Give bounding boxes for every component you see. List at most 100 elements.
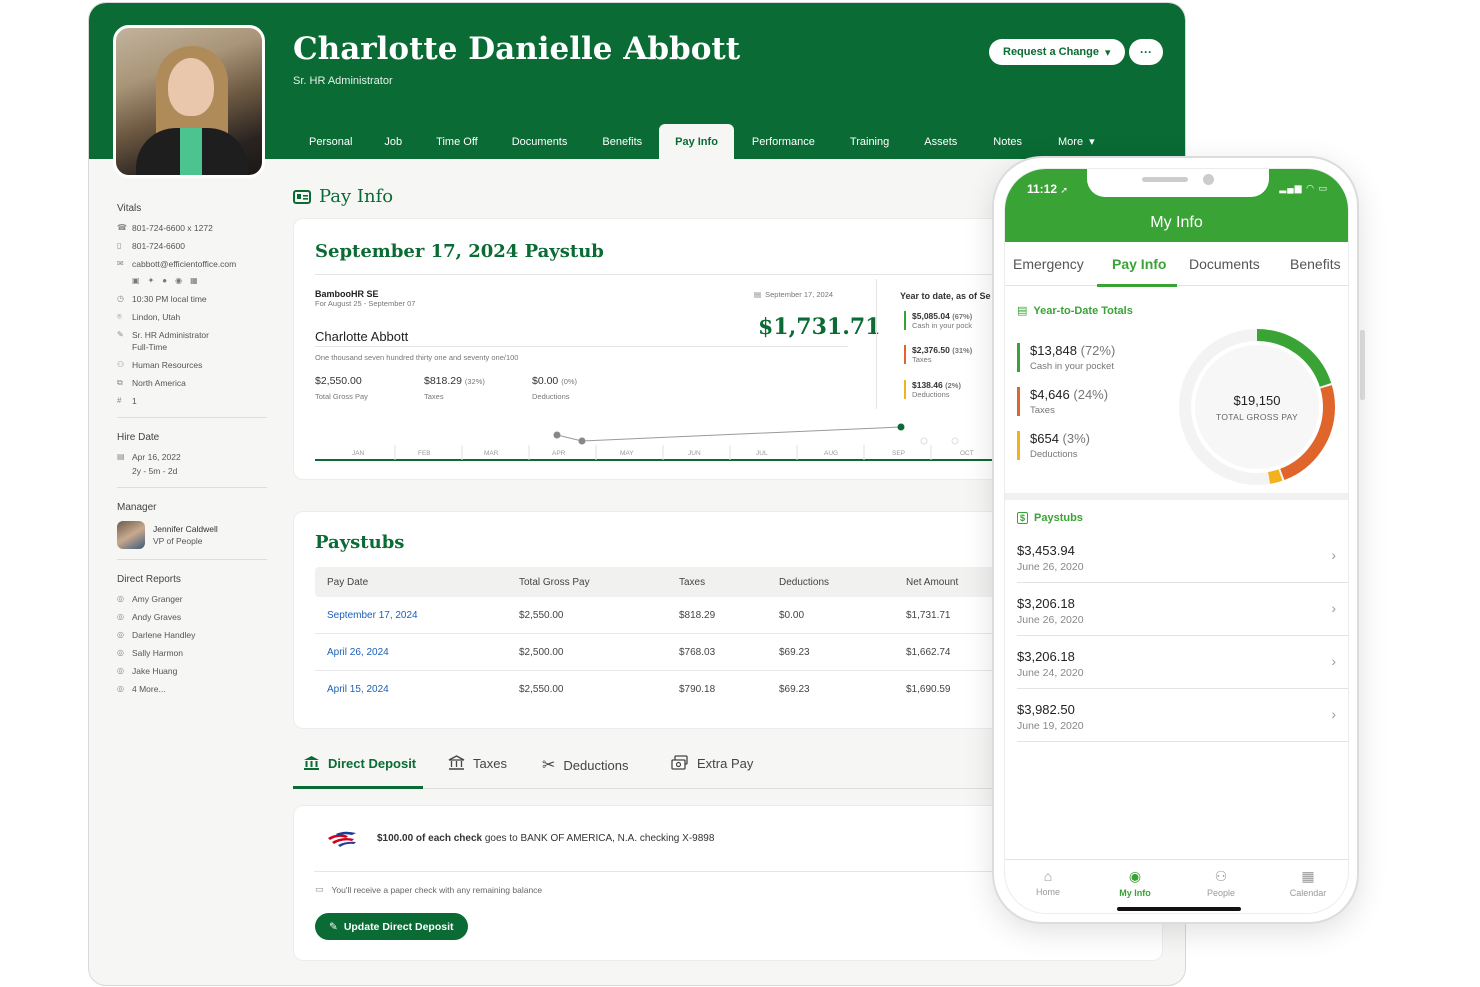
facebook-icon[interactable]: ● bbox=[162, 276, 167, 285]
mobile-paystub-row[interactable]: $3,206.18 June 24, 2020 › bbox=[1017, 637, 1348, 689]
user-circle-icon: ◎ bbox=[117, 630, 124, 639]
divider bbox=[117, 417, 267, 418]
phone-icon: ☎ bbox=[117, 223, 127, 232]
tab-more[interactable]: More ▾ bbox=[1040, 124, 1113, 159]
linkedin-icon[interactable]: ▣ bbox=[132, 276, 140, 285]
mobile-tab-emergency[interactable]: Emergency bbox=[1013, 256, 1084, 272]
tab-benefits[interactable]: Benefits bbox=[585, 124, 659, 159]
instagram-icon[interactable]: ▦ bbox=[190, 276, 198, 285]
ytd-deductions: $138.46 (2%) Deductions bbox=[904, 380, 961, 399]
mobile-tabs: Emergency Pay Info Documents Benefits bbox=[1005, 242, 1348, 287]
tab-direct-deposit[interactable]: Direct Deposit bbox=[303, 755, 416, 771]
people-icon: ⚇ bbox=[1214, 868, 1228, 884]
vital-mobile-phone[interactable]: ▯ 801-724-6600 bbox=[117, 240, 269, 252]
col-net[interactable]: Net Amount bbox=[906, 577, 958, 588]
ytd-deductions-label: Deductions bbox=[912, 390, 950, 399]
vital-department: ⚇ Human Resources bbox=[117, 359, 269, 371]
col-taxes[interactable]: Taxes bbox=[679, 577, 705, 588]
manager-title: VP of People bbox=[153, 536, 203, 546]
people-icon: ⚇ bbox=[117, 360, 125, 369]
manager[interactable]: Jennifer Caldwell VP of People bbox=[117, 521, 269, 549]
col-gross[interactable]: Total Gross Pay bbox=[519, 577, 590, 588]
ytd-taxes-label: Taxes bbox=[912, 355, 932, 364]
mobile-paystub-row[interactable]: $3,206.18 June 26, 2020 › bbox=[1017, 584, 1348, 636]
table-row[interactable]: September 17, 2024 $2,550.00 $818.29 $0.… bbox=[315, 597, 1005, 634]
cell-taxes: $768.03 bbox=[679, 647, 716, 658]
battery-icon: ▭ bbox=[1318, 183, 1328, 193]
update-direct-deposit-button[interactable]: ✎ Update Direct Deposit bbox=[315, 913, 468, 940]
col-pay-date[interactable]: Pay Date bbox=[327, 577, 368, 588]
report-item[interactable]: ◎ Sally Harmon bbox=[117, 647, 269, 659]
pinterest-icon[interactable]: ◉ bbox=[175, 276, 182, 285]
nav-people[interactable]: ⚇ People bbox=[1191, 868, 1251, 898]
report-item[interactable]: ◎ Darlene Handley bbox=[117, 629, 269, 641]
mobile-tab-pay-info[interactable]: Pay Info bbox=[1112, 256, 1166, 272]
timeline-point-selected bbox=[897, 423, 905, 431]
report-item[interactable]: ◎ Andy Graves bbox=[117, 611, 269, 623]
request-change-button[interactable]: Request a Change ▾ bbox=[989, 39, 1125, 65]
more-actions-button[interactable]: ··· bbox=[1129, 39, 1163, 65]
tab-time-off[interactable]: Time Off bbox=[420, 124, 494, 159]
tab-assets[interactable]: Assets bbox=[906, 124, 975, 159]
twitter-icon[interactable]: ✦ bbox=[148, 276, 155, 285]
col-deductions[interactable]: Deductions bbox=[779, 577, 829, 588]
mobile-tab-documents[interactable]: Documents bbox=[1189, 256, 1260, 272]
table-row[interactable]: April 26, 2024 $2,500.00 $768.03 $69.23 … bbox=[315, 634, 1005, 671]
paper-check-note: ▭ You'll receive a paper check with any … bbox=[315, 884, 542, 895]
money-stack-icon bbox=[671, 755, 688, 770]
pay-date-link[interactable]: April 15, 2024 bbox=[327, 684, 389, 695]
caret-down-icon: ▾ bbox=[1104, 46, 1111, 59]
ytd-taxes-pct: (24%) bbox=[1073, 387, 1109, 402]
report-name: Sally Harmon bbox=[132, 648, 184, 658]
ytd-taxes-label: Taxes bbox=[1030, 405, 1055, 416]
nav-label: My Info bbox=[1119, 888, 1151, 898]
ytd-heading: Year to date, as of Se bbox=[900, 291, 991, 301]
pay-date-link[interactable]: April 26, 2024 bbox=[327, 647, 389, 658]
tab-notes[interactable]: Notes bbox=[975, 124, 1040, 159]
tab-pay-info[interactable]: Pay Info bbox=[659, 124, 734, 159]
mobile-paystub-row[interactable]: $3,982.50 June 19, 2020 › bbox=[1017, 690, 1348, 742]
stub-date-text: September 17, 2024 bbox=[765, 290, 834, 299]
report-item[interactable]: ◎ Jake Huang bbox=[117, 665, 269, 677]
report-item[interactable]: ◎ Amy Granger bbox=[117, 593, 269, 605]
mobile-tab-benefits[interactable]: Benefits bbox=[1290, 256, 1341, 272]
ytd-deductions-value: $654 bbox=[1030, 431, 1059, 446]
vital-text: cabbott@efficientoffice.com bbox=[132, 259, 237, 269]
report-more[interactable]: ◎ 4 More... bbox=[117, 683, 269, 695]
nav-my-info[interactable]: ◉ My Info bbox=[1105, 868, 1165, 898]
tab-taxes[interactable]: Taxes bbox=[448, 755, 507, 771]
month-label: JUL bbox=[756, 450, 768, 457]
nav-calendar[interactable]: ▦ Calendar bbox=[1278, 868, 1338, 898]
calendar-icon: ▤ bbox=[754, 290, 762, 299]
vital-text: Full-Time bbox=[132, 342, 168, 352]
ytd-cash-pct: (72%) bbox=[1080, 343, 1116, 358]
tab-extra-pay[interactable]: Extra Pay bbox=[671, 755, 753, 771]
ytd-taxes-value: $2,376.50 bbox=[912, 345, 950, 355]
month-label: MAR bbox=[484, 450, 499, 457]
mobile-title: My Info bbox=[1150, 214, 1203, 231]
ytd-cash-value: $13,848 bbox=[1030, 343, 1077, 358]
user-circle-icon: ◎ bbox=[117, 666, 124, 675]
timeline-point bbox=[578, 437, 586, 445]
tab-deductions[interactable]: ✂ Deductions bbox=[542, 755, 628, 775]
vital-work-phone[interactable]: ☎ 801-724-6600 x 1272 bbox=[117, 222, 269, 234]
month-label: SEP bbox=[892, 450, 906, 457]
table-row[interactable]: April 15, 2024 $2,550.00 $790.18 $69.23 … bbox=[315, 671, 1005, 708]
vital-email[interactable]: ✉ cabbott@efficientoffice.com bbox=[117, 258, 269, 270]
stub-date: ▤ September 17, 2024 bbox=[754, 290, 833, 299]
tab-label: Direct Deposit bbox=[328, 755, 417, 771]
mobile-paystub-row[interactable]: $3,453.94 June 26, 2020 › bbox=[1017, 531, 1348, 583]
tab-personal[interactable]: Personal bbox=[295, 124, 366, 159]
tab-job[interactable]: Job bbox=[366, 124, 420, 159]
tab-performance[interactable]: Performance bbox=[734, 124, 833, 159]
pay-date-link[interactable]: September 17, 2024 bbox=[327, 610, 418, 621]
nav-home[interactable]: ⌂ Home bbox=[1018, 868, 1078, 897]
vital-job-block: Sr. HR Administrator Full-Time bbox=[132, 329, 209, 353]
tab-documents[interactable]: Documents bbox=[494, 124, 586, 159]
tab-training[interactable]: Training bbox=[833, 124, 906, 159]
ytd-cash: $5,085.04 (67%) Cash in your pock bbox=[904, 311, 972, 330]
paystub-amount: $3,206.18 bbox=[1017, 596, 1075, 611]
ytd-totals-title: Year-to-Date Totals bbox=[1033, 304, 1133, 317]
stub-employee: Charlotte Abbott bbox=[315, 329, 409, 344]
paystub-amount: $3,453.94 bbox=[1017, 543, 1075, 558]
